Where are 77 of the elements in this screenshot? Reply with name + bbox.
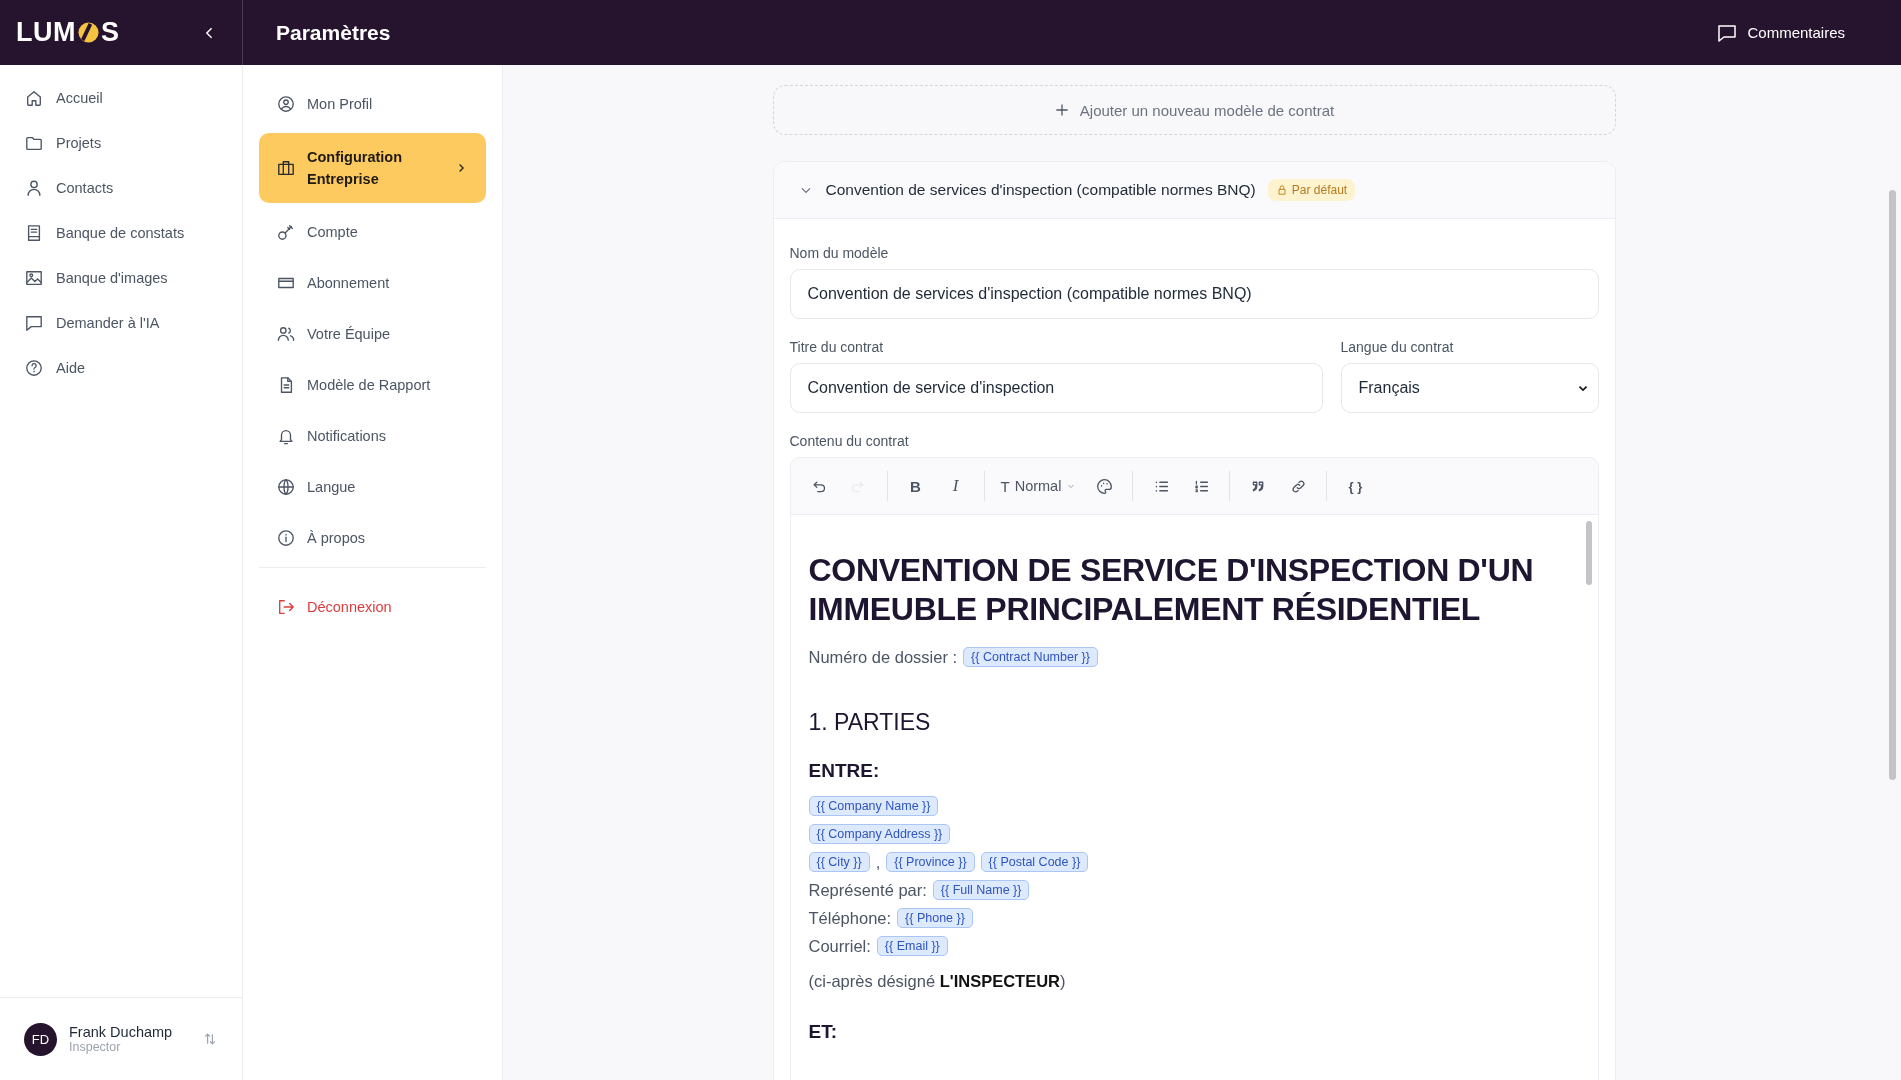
document-text: Courriel:: [808, 936, 871, 956]
document-title: CONVENTION DE SERVICE D'INSPECTION D'UN IMMEUBLE PRINCIPALEMENT RÉSIDENTIEL: [808, 551, 1535, 629]
variable-button[interactable]: { }: [1339, 470, 1372, 502]
field-label: Langue du contrat: [1340, 339, 1455, 355]
settings-item[interactable]: Mon Profil: [259, 82, 486, 126]
subsection-heading: ET:: [808, 1021, 838, 1043]
comments-button[interactable]: Commentaires: [1711, 21, 1851, 44]
lock-icon: [1275, 184, 1288, 196]
italic-button[interactable]: I: [939, 470, 972, 502]
nav-item[interactable]: Accueil: [0, 75, 242, 120]
info-icon[interactable]: [277, 529, 295, 547]
page-title: Paramètres: [276, 20, 391, 45]
link-icon[interactable]: [1289, 477, 1307, 495]
user-icon[interactable]: [25, 178, 43, 197]
variable-tag[interactable]: {{ Phone }}: [897, 908, 973, 928]
help-icon[interactable]: [25, 358, 43, 377]
palette-icon[interactable]: [1095, 477, 1113, 495]
key-icon[interactable]: [277, 223, 295, 241]
field-label: Contenu du contrat: [789, 433, 910, 449]
document-text: Téléphone:: [808, 908, 892, 928]
variable-tag[interactable]: {{ Province }}: [886, 852, 975, 872]
default-badge: Par défaut: [1267, 179, 1356, 201]
user-name: Frank Duchamp: [69, 1024, 174, 1040]
field-label: Nom du modèle: [789, 245, 890, 261]
scrollbar[interactable]: [1585, 521, 1592, 585]
home-icon[interactable]: [25, 88, 43, 107]
settings-item[interactable]: À propos: [259, 516, 486, 560]
nav-item[interactable]: Aide: [0, 345, 242, 390]
paragraph: (ci-après désigné L'INSPECTEUR): [808, 972, 1067, 991]
variable-tag[interactable]: {{ Email }}: [876, 936, 948, 956]
briefcase-icon[interactable]: [277, 159, 295, 177]
logout-item[interactable]: Déconnexion: [259, 585, 486, 629]
variable-tag[interactable]: {{ Postal Code }}: [980, 852, 1089, 872]
section-heading: 1. PARTIES: [808, 709, 932, 736]
field-label: Titre du contrat: [789, 339, 885, 355]
profile-icon[interactable]: [277, 95, 295, 113]
settings-item[interactable]: Langue: [259, 465, 486, 509]
variable-tag[interactable]: {{ Company Address }}: [808, 824, 951, 844]
bell-icon[interactable]: [277, 427, 295, 445]
nav-item[interactable]: Banque de constats: [0, 210, 242, 255]
variable-tag[interactable]: {{ Full Name }}: [932, 880, 1030, 900]
plus-icon[interactable]: [1053, 102, 1070, 118]
settings-item[interactable]: Votre Équipe: [259, 312, 486, 356]
document-text: ,: [875, 852, 881, 872]
add-template-button[interactable]: Ajouter un nouveau modèle de contrat: [772, 85, 1616, 135]
logo: LUM S: [16, 17, 120, 48]
settings-item[interactable]: Modèle de Rapport: [259, 363, 486, 407]
globe-icon[interactable]: [277, 478, 295, 496]
template-name-field[interactable]: Convention de services d'inspection (compatible normes BNQ): [789, 269, 1599, 319]
scrollbar[interactable]: [1889, 190, 1896, 780]
team-icon[interactable]: [277, 325, 295, 343]
subsection-heading: ENTRE:: [808, 760, 881, 782]
settings-item[interactable]: Configuration Entreprise: [259, 133, 486, 203]
template-title: Convention de services d'inspection (compatible normes BNQ): [825, 181, 1256, 199]
nav-item[interactable]: Projets: [0, 120, 242, 165]
chat-icon[interactable]: [25, 313, 43, 332]
variable-tag[interactable]: {{ Contract Number }}: [963, 647, 1098, 667]
style-button[interactable]: T Normal: [996, 470, 1081, 502]
bold-button[interactable]: B: [899, 470, 932, 502]
document-text: Numéro de dossier :: [808, 647, 958, 667]
image-icon[interactable]: [25, 268, 43, 287]
nav-item[interactable]: Banque d'images: [0, 255, 242, 300]
variable-tag[interactable]: {{ City }}: [808, 852, 870, 872]
user-role: Inspector: [69, 1040, 122, 1054]
logout-icon[interactable]: [277, 598, 295, 616]
contract-title-field[interactable]: Convention de service d'inspection: [789, 363, 1323, 413]
settings-item[interactable]: Notifications: [259, 414, 486, 458]
settings-item[interactable]: Compte: [259, 210, 486, 254]
settings-item[interactable]: Abonnement: [259, 261, 486, 305]
language-select[interactable]: Français: [1340, 363, 1599, 413]
nav-item[interactable]: Demander à l'IA: [0, 300, 242, 345]
nav-item[interactable]: Contacts: [0, 165, 242, 210]
document-text: Représenté par:: [808, 880, 927, 900]
book-icon[interactable]: [25, 223, 43, 242]
chat-icon[interactable]: [1717, 22, 1738, 43]
avatar: FD: [24, 1022, 57, 1056]
variable-tag[interactable]: {{ Company Name }}: [808, 796, 939, 816]
